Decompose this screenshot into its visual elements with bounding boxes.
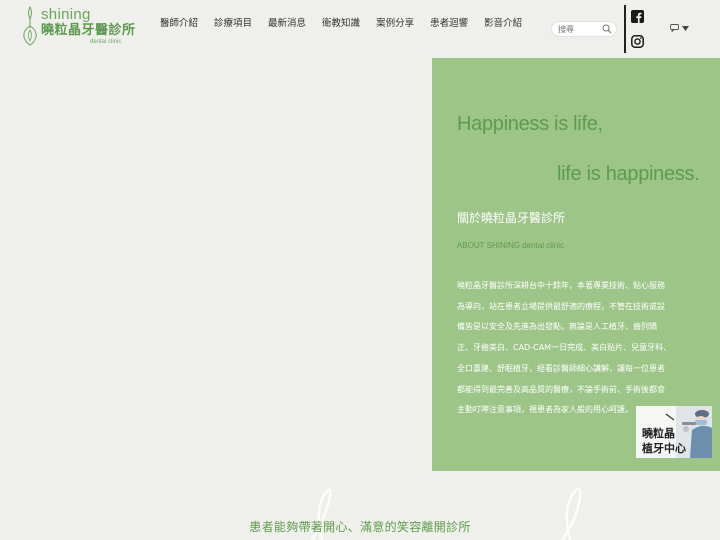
caret-down-icon — [682, 25, 689, 31]
search-input[interactable] — [558, 23, 602, 35]
about-title: 關於曉粒晶牙醫診所 — [457, 211, 566, 225]
nav-item-doctors[interactable]: 醫師介紹 — [152, 16, 206, 32]
nav-item-treatments[interactable]: 診療項目 — [206, 16, 260, 32]
hero-headline-line1: Happiness is life, — [457, 113, 603, 135]
header-divider — [624, 5, 626, 53]
about-body-line: 備皆是以安全及先進為出發點，無論是人工植牙、齒列矯 — [457, 322, 657, 332]
about-body: 曉粒晶牙醫診所深耕台中十餘年，本著專業技術、貼心服務 為導向，站在患者立場提供最… — [457, 276, 692, 421]
main-nav: 醫師介紹 診療項目 最新消息 衛教知識 案例分享 患者迴響 影音介紹 — [152, 16, 530, 32]
site-header: shining 曉粒晶牙醫診所 dental clinic 醫師介紹 診療項目 … — [0, 0, 720, 58]
instagram-icon[interactable] — [631, 35, 644, 48]
nav-item-education[interactable]: 衛教知識 — [314, 16, 368, 32]
search-box — [551, 21, 617, 37]
nav-item-videos[interactable]: 影音介紹 — [476, 16, 530, 32]
about-body-line: 都能得到最完善及高品質的醫療，不論手術前、手術後都會 — [457, 384, 665, 394]
about-body-line: 為導向，站在患者立場提供最舒適的療程，不管在技術或設 — [457, 301, 665, 311]
badge-line2: 植牙中心 — [642, 442, 686, 455]
about-body-line: 全口重建、舒眠植牙，經看診醫師細心講解，讓每一位患者 — [457, 363, 665, 373]
implant-center-badge[interactable]: 曉粒晶 植牙中心 — [636, 406, 712, 458]
language-selector[interactable] — [670, 24, 689, 32]
tagline: 患者能夠帶著開心、滿意的笑容離開診所 — [249, 520, 471, 534]
nav-item-cases[interactable]: 案例分享 — [368, 16, 422, 32]
hero-headline-line2: life is happiness. — [557, 163, 700, 185]
brand-subtitle: dental clinic — [90, 39, 122, 45]
search-icon[interactable] — [602, 24, 612, 34]
about-subtitle: ABOUT SHINING dental clinic — [457, 241, 564, 250]
logo[interactable]: shining 曉粒晶牙醫診所 dental clinic — [22, 5, 135, 47]
facebook-icon[interactable] — [631, 10, 644, 23]
leaf-logo-icon — [23, 6, 37, 46]
nav-item-news[interactable]: 最新消息 — [260, 16, 314, 32]
about-body-line: 曉粒晶牙醫診所深耕台中十餘年，本著專業技術、貼心服務 — [457, 281, 665, 290]
about-body-line: 正、牙齒美白、CAD-CAM一日完成、美白貼片、兒童牙科、 — [457, 343, 672, 353]
brand-name-en: shining — [41, 6, 91, 23]
nav-item-testimonials[interactable]: 患者迴響 — [422, 16, 476, 32]
badge-line1: 曉粒晶 — [642, 427, 675, 440]
chat-icon — [670, 24, 679, 32]
brand-name-zh: 曉粒晶牙醫診所 — [41, 23, 136, 38]
